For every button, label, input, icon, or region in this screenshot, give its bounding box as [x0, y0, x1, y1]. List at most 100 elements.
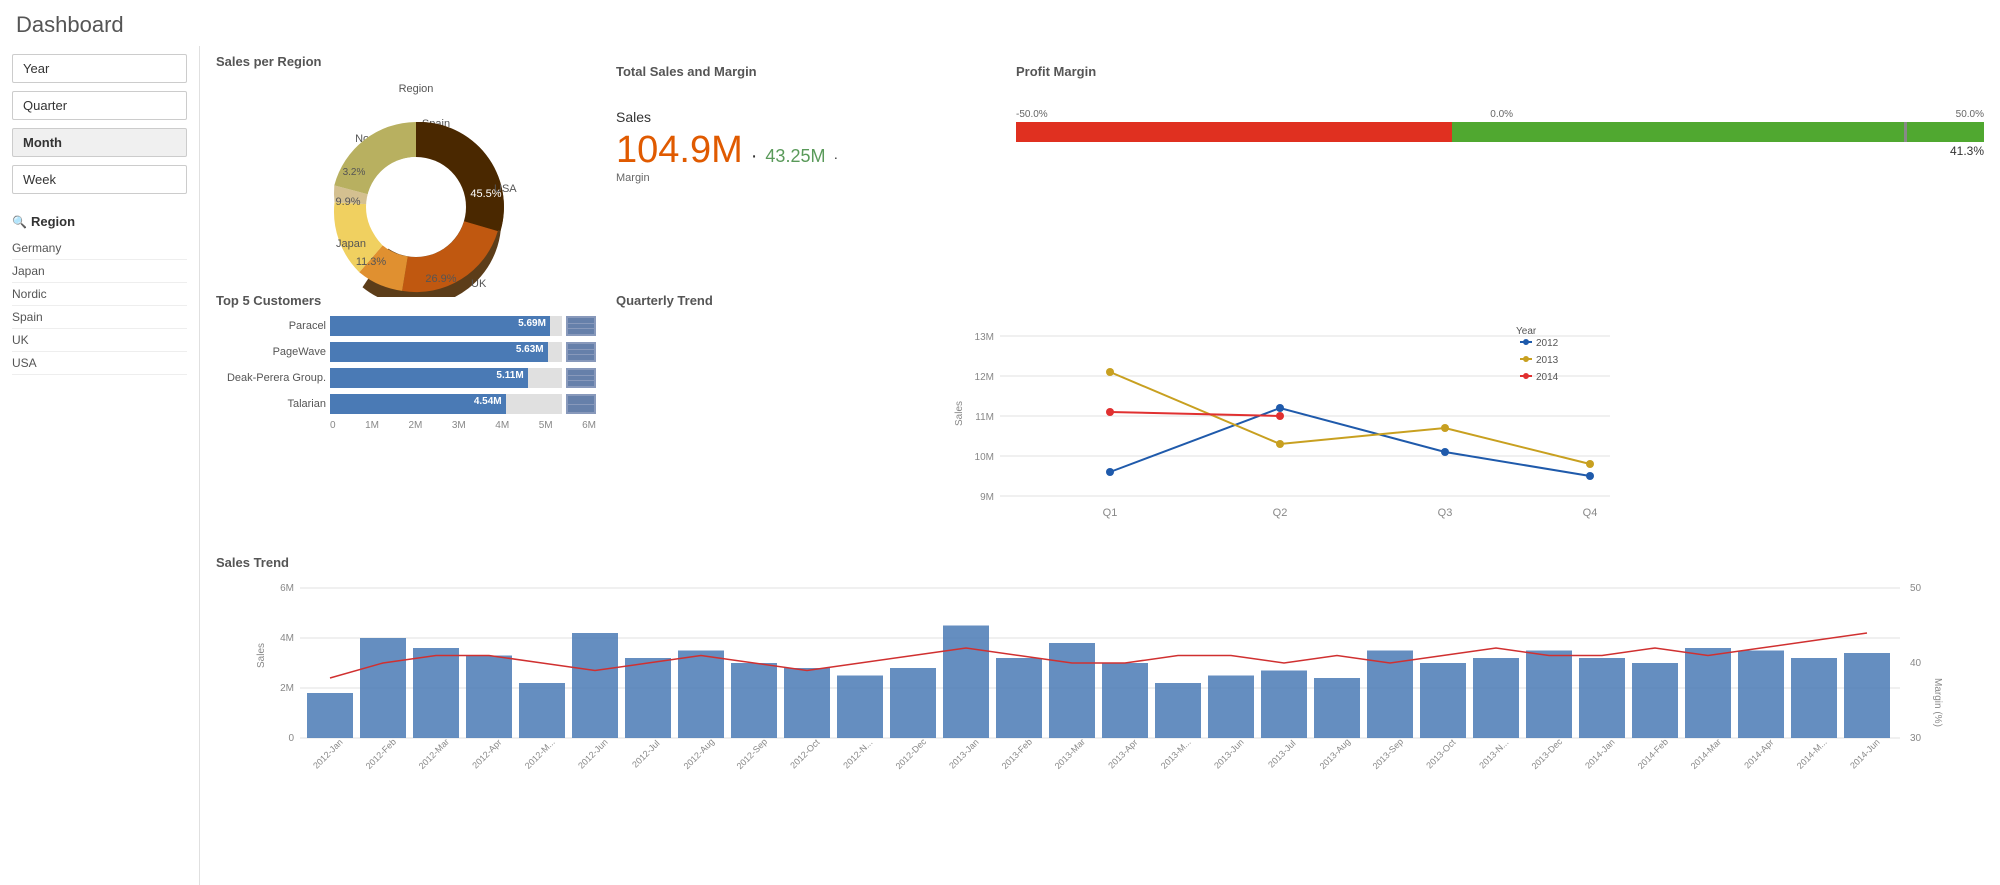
- sales-value: 104.9M: [616, 129, 743, 172]
- profit-margin-panel: Profit Margin -50.0% 0.0% 50.0% 41.3%: [1016, 54, 1984, 277]
- svg-text:2012-Mar: 2012-Mar: [417, 737, 451, 771]
- profit-max-label: 50.0%: [1956, 109, 1984, 120]
- quarterly-trend-panel: Quarterly Trend 13M 12M 11M 10M 9M: [616, 293, 1984, 539]
- region-item[interactable]: Japan: [12, 260, 187, 283]
- bar-axis: 01M2M3M4M5M6M: [216, 420, 596, 431]
- quarterly-trend-chart: 13M 12M 11M 10M 9M Q1 Q2 Q3 Q4 Sales: [616, 316, 1984, 536]
- svg-text:Q1: Q1: [1103, 507, 1118, 519]
- svg-text:2013-Mar: 2013-Mar: [1053, 737, 1087, 771]
- total-sales-title: Total Sales and Margin: [616, 64, 996, 79]
- svg-text:2012-Apr: 2012-Apr: [470, 737, 503, 770]
- sales-per-region-title: Sales per Region: [216, 54, 596, 69]
- sales-trend-title: Sales Trend: [216, 555, 1984, 570]
- main-content: Sales per Region Region Spain Nordic: [200, 46, 2000, 885]
- svg-text:12M: 12M: [975, 372, 994, 383]
- svg-text:2012-N...: 2012-N...: [841, 737, 874, 770]
- bar-track-talarian: 4.54M: [330, 394, 562, 414]
- bar-label-paracel: Paracel: [216, 320, 326, 332]
- region-item[interactable]: UK: [12, 329, 187, 352]
- svg-text:9.9%: 9.9%: [335, 196, 360, 208]
- svg-text:4M: 4M: [280, 633, 294, 644]
- filter-year[interactable]: Year: [12, 54, 187, 83]
- svg-text:2013-M...: 2013-M...: [1159, 737, 1193, 771]
- bar-row-pagewave: PageWave 5.63M: [216, 342, 596, 362]
- svg-text:3.2%: 3.2%: [343, 167, 366, 178]
- svg-text:2013-Jun: 2013-Jun: [1212, 737, 1246, 771]
- svg-text:26.9%: 26.9%: [425, 273, 456, 285]
- bar-fill-talarian: 4.54M: [330, 394, 506, 414]
- svg-text:2012-Feb: 2012-Feb: [364, 737, 398, 771]
- bar-fill-pagewave: 5.63M: [330, 342, 548, 362]
- svg-text:Q2: Q2: [1273, 507, 1288, 519]
- filter-week[interactable]: Week: [12, 165, 187, 194]
- bar-value-deak: 5.11M: [496, 370, 523, 381]
- region-item[interactable]: Nordic: [12, 283, 187, 306]
- svg-text:2013-Feb: 2013-Feb: [1000, 737, 1034, 771]
- svg-text:11.3%: 11.3%: [356, 256, 387, 268]
- bar-row-paracel: Paracel 5.69M: [216, 316, 596, 336]
- svg-text:2012-Aug: 2012-Aug: [682, 737, 717, 772]
- svg-text:6M: 6M: [280, 583, 294, 594]
- svg-text:2012-Oct: 2012-Oct: [788, 737, 822, 771]
- dashboard-title: Dashboard: [0, 0, 2000, 46]
- svg-text:50: 50: [1910, 583, 1922, 594]
- bar-row-talarian: Talarian 4.54M: [216, 394, 596, 414]
- svg-text:2012-Jun: 2012-Jun: [576, 737, 610, 771]
- sales-per-region-panel: Sales per Region Region Spain Nordic: [216, 54, 596, 277]
- svg-text:UK: UK: [471, 278, 487, 290]
- bar-label-talarian: Talarian: [216, 398, 326, 410]
- bar-chart: Paracel 5.69M PageWave: [216, 316, 596, 431]
- svg-text:2013-N...: 2013-N...: [1477, 737, 1510, 770]
- donut-chart-container: Region Spain Nordic: [276, 77, 536, 277]
- svg-text:2M: 2M: [280, 683, 294, 694]
- profit-bar-red: [1016, 122, 1452, 142]
- bar-value-talarian: 4.54M: [474, 396, 502, 407]
- svg-text:40: 40: [1910, 658, 1922, 669]
- bar-track-paracel: 5.69M: [330, 316, 562, 336]
- svg-text:2012-Jan: 2012-Jan: [311, 737, 345, 771]
- svg-text:2012: 2012: [1536, 338, 1559, 349]
- bar-label-deak: Deak-Perera Group.: [216, 372, 326, 384]
- svg-text:Q4: Q4: [1583, 507, 1598, 519]
- svg-text:Region: Region: [399, 83, 434, 95]
- separator2: ·: [833, 149, 838, 165]
- filter-quarter[interactable]: Quarter: [12, 91, 187, 120]
- svg-text:2012-Jul: 2012-Jul: [630, 738, 661, 769]
- search-icon: 🔍: [12, 215, 27, 229]
- bar-mini-paracel: [566, 316, 596, 336]
- svg-text:2013-Jul: 2013-Jul: [1266, 738, 1297, 769]
- svg-text:2012-Sep: 2012-Sep: [735, 737, 770, 772]
- svg-text:2013-Sep: 2013-Sep: [1371, 737, 1406, 772]
- bar-mini-deak: [566, 368, 596, 388]
- svg-text:30: 30: [1910, 733, 1922, 744]
- region-item[interactable]: Spain: [12, 306, 187, 329]
- bar-mini-pagewave: [566, 342, 596, 362]
- profit-bar-marker: [1904, 122, 1907, 142]
- region-item[interactable]: Germany: [12, 237, 187, 260]
- svg-text:13M: 13M: [975, 332, 994, 343]
- filter-month[interactable]: Month: [12, 128, 187, 157]
- region-label: Region: [31, 214, 75, 229]
- svg-text:2013-Oct: 2013-Oct: [1424, 737, 1458, 771]
- svg-text:2014-M...: 2014-M...: [1795, 737, 1829, 771]
- sales-label: Sales: [616, 109, 996, 125]
- bar-track-pagewave: 5.63M: [330, 342, 562, 362]
- bar-mini-talarian: [566, 394, 596, 414]
- svg-text:2013-Dec: 2013-Dec: [1530, 736, 1565, 771]
- svg-text:2013-Apr: 2013-Apr: [1106, 737, 1139, 770]
- sidebar: Year Quarter Month Week 🔍 Region Germany…: [0, 46, 200, 885]
- region-section: 🔍 Region Germany Japan Nordic Spain UK U…: [12, 214, 187, 375]
- top5-customers-panel: Top 5 Customers Paracel 5.69M: [216, 293, 596, 431]
- quarterly-trend-title: Quarterly Trend: [616, 293, 1984, 308]
- svg-text:10M: 10M: [975, 452, 994, 463]
- profit-value: 41.3%: [1016, 144, 1984, 158]
- svg-text:0: 0: [288, 733, 294, 744]
- profit-min-label: -50.0%: [1016, 109, 1048, 120]
- svg-text:2014-Jan: 2014-Jan: [1583, 737, 1617, 771]
- svg-text:2013-Aug: 2013-Aug: [1318, 737, 1353, 772]
- svg-text:Margin (%): Margin (%): [1932, 678, 1943, 727]
- svg-text:2013-Jan: 2013-Jan: [947, 737, 981, 771]
- region-item[interactable]: USA: [12, 352, 187, 375]
- bar-fill-paracel: 5.69M: [330, 316, 550, 336]
- bar-value-paracel: 5.69M: [518, 318, 546, 329]
